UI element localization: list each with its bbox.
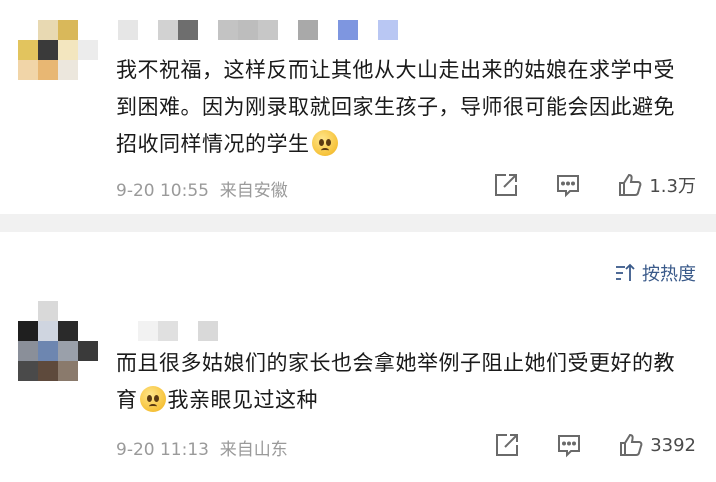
- avatar-pixel: [38, 321, 58, 341]
- avatar-pixel: [58, 40, 78, 60]
- username-pixel: [198, 20, 218, 40]
- username-pixel: [178, 321, 198, 341]
- avatar-pixel: [18, 20, 38, 40]
- avatar-pixel: [58, 321, 78, 341]
- avatar-pixel: [58, 361, 78, 381]
- comment-text: 我不祝福，这样反而让其他从大山走出来的姑娘在求学中受到困难。因为刚录取就回家生孩…: [116, 52, 696, 163]
- comment-meta: 9-20 11:13 来自山东: [116, 435, 288, 460]
- avatar-pixel: [38, 40, 58, 60]
- pleading-face-emoji-icon: [311, 130, 338, 156]
- comment-item: 而且很多姑娘们的家长也会拿她举例子阻止她们受更好的教育 我亲眼见过这种 9-20 …: [0, 287, 716, 482]
- comment-icon[interactable]: [555, 172, 581, 198]
- comment-time: 9-20 10:55: [116, 181, 209, 201]
- comment-actions: 1.3万: [457, 172, 696, 198]
- avatar-pixel: [18, 361, 38, 381]
- username[interactable]: [118, 20, 398, 40]
- sort-icon: [616, 263, 635, 281]
- username-pixel: [278, 20, 298, 40]
- username-pixel: [258, 20, 278, 40]
- sort-by-heat-button[interactable]: 按热度: [614, 260, 696, 286]
- comment-time: 9-20 11:13: [116, 440, 209, 460]
- username[interactable]: [118, 321, 218, 341]
- share-icon[interactable]: [493, 172, 519, 198]
- avatar-pixel: [58, 60, 78, 80]
- share-icon[interactable]: [494, 432, 520, 458]
- avatar-pixel: [38, 20, 58, 40]
- avatar-pixel: [18, 321, 38, 341]
- comment-text: 而且很多姑娘们的家长也会拿她举例子阻止她们受更好的教育 我亲眼见过这种: [116, 345, 696, 419]
- username-pixel: [338, 20, 358, 40]
- comment-icon[interactable]: [556, 432, 582, 458]
- comment-actions: 3392: [458, 432, 696, 458]
- username-pixel: [238, 20, 258, 40]
- avatar-pixel: [18, 60, 38, 80]
- comment-location: 来自安徽: [219, 181, 288, 201]
- username-pixel: [298, 20, 318, 40]
- avatar[interactable]: [18, 20, 98, 80]
- section-divider: [0, 214, 716, 232]
- username-pixel: [118, 321, 138, 341]
- avatar-pixel: [78, 361, 98, 381]
- like-count: 1.3万: [649, 176, 696, 197]
- avatar-pixel: [78, 20, 98, 40]
- avatar-pixel: [58, 341, 78, 361]
- username-pixel: [378, 20, 398, 40]
- comment-text-main: 我不祝福，这样反而让其他从大山走出来的姑娘在求学中受到困难。因为刚录取就回家生孩…: [116, 58, 675, 156]
- avatar-pixel: [38, 60, 58, 80]
- comment-meta: 9-20 10:55 来自安徽: [116, 176, 288, 201]
- username-pixel: [198, 321, 218, 341]
- avatar-pixel: [58, 301, 78, 321]
- avatar-pixel: [58, 20, 78, 40]
- avatar-pixel: [78, 60, 98, 80]
- username-pixel: [138, 321, 158, 341]
- avatar-pixel: [78, 301, 98, 321]
- avatar-pixel: [18, 341, 38, 361]
- avatar-pixel: [18, 301, 38, 321]
- comment-location: 来自山东: [219, 440, 288, 460]
- username-pixel: [138, 20, 158, 40]
- pleading-face-emoji-icon: [139, 386, 166, 412]
- username-pixel: [118, 20, 138, 40]
- avatar-pixel: [38, 301, 58, 321]
- thumbs-up-icon[interactable]: [617, 172, 643, 198]
- avatar-pixel: [38, 341, 58, 361]
- username-pixel: [158, 20, 178, 40]
- avatar[interactable]: [18, 301, 98, 381]
- username-pixel: [158, 321, 178, 341]
- avatar-pixel: [78, 321, 98, 341]
- username-pixel: [178, 20, 198, 40]
- comment-item: 我不祝福，这样反而让其他从大山走出来的姑娘在求学中受到困难。因为刚录取就回家生孩…: [0, 0, 716, 214]
- avatar-pixel: [38, 361, 58, 381]
- thumbs-up-icon[interactable]: [618, 432, 644, 458]
- username-pixel: [318, 20, 338, 40]
- comment-text-tail: 我亲眼见过这种: [167, 388, 318, 412]
- avatar-pixel: [18, 40, 38, 60]
- avatar-pixel: [78, 341, 98, 361]
- username-pixel: [358, 20, 378, 40]
- sort-label: 按热度: [642, 264, 696, 285]
- username-pixel: [218, 20, 238, 40]
- like-count: 3392: [650, 434, 696, 456]
- avatar-pixel: [78, 40, 98, 60]
